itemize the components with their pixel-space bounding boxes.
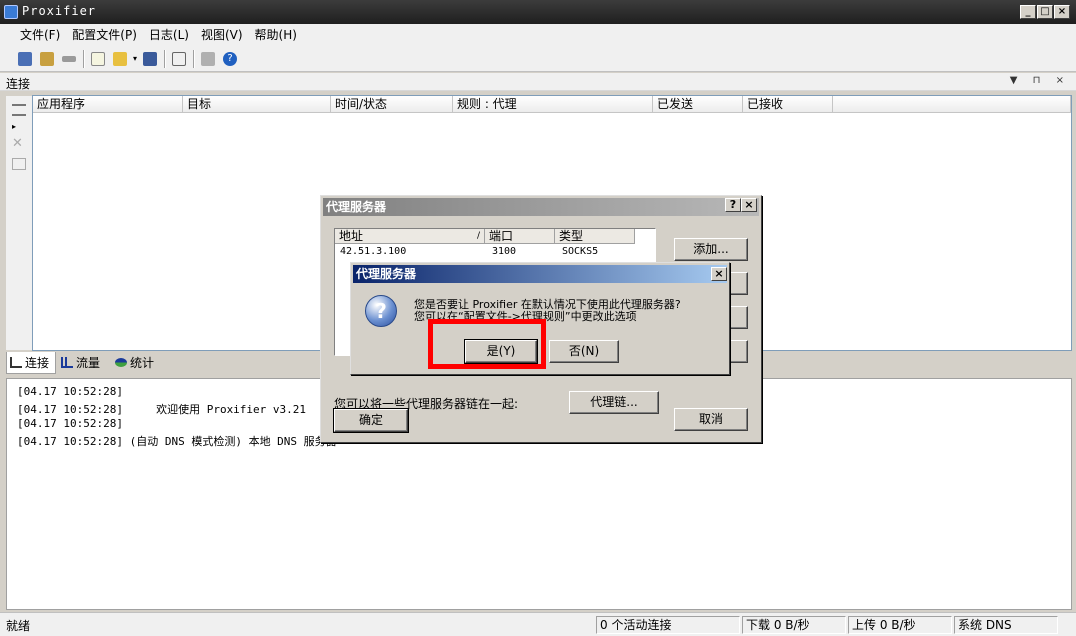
proxy-address-cell[interactable]: 42.51.3.100 — [335, 245, 406, 259]
status-ready: 就绪 — [6, 619, 31, 633]
help-icon[interactable]: ? — [219, 48, 241, 70]
new-profile-icon[interactable] — [87, 48, 109, 70]
menu-bar: 文件(F) 配置文件(P) 日志(L) 视图(V) 帮助(H) — [0, 24, 1076, 46]
print-icon[interactable] — [197, 48, 219, 70]
status-dns: 系统 DNS — [954, 616, 1058, 634]
close-connection-icon[interactable]: ✕ — [12, 137, 26, 150]
column-filler — [833, 96, 1071, 113]
help-title-button[interactable]: ? — [725, 198, 741, 212]
tab-stats[interactable]: 统计 — [112, 352, 168, 374]
confirm-close-button[interactable]: × — [711, 267, 727, 281]
window-title: Proxifier — [22, 4, 97, 18]
proxifier-app-icon — [4, 5, 18, 19]
status-active-connections: 0 个活动连接 — [596, 616, 740, 634]
ok-button[interactable]: 确定 — [333, 408, 409, 433]
column-rule-proxy[interactable]: 规则 : 代理 — [453, 96, 653, 113]
confirm-dialog-title: 代理服务器 — [353, 265, 727, 283]
stats-tab-icon — [115, 358, 127, 367]
menu-file[interactable]: 文件(F) — [14, 25, 66, 45]
pane-controls[interactable]: ▼ ⊓ × — [1010, 75, 1070, 86]
close-button[interactable]: × — [1054, 5, 1070, 19]
column-port[interactable]: 端口 — [485, 229, 555, 244]
no-button[interactable]: 否(N) — [549, 340, 619, 363]
connections-tab-icon — [10, 357, 22, 368]
connections-icon[interactable] — [14, 48, 36, 70]
proxy-dialog-title: 代理服务器 — [323, 198, 759, 216]
toolbar-separator — [83, 49, 84, 68]
proxy-port-cell[interactable]: 3100 — [487, 245, 516, 259]
add-proxy-button[interactable]: 添加... — [674, 238, 748, 261]
export-icon[interactable] — [168, 48, 190, 70]
status-upload: 上传 0 B/秒 — [848, 616, 952, 634]
connections-pane-header: 连接 ▼ ⊓ × — [0, 73, 1076, 91]
menu-log[interactable]: 日志(L) — [143, 25, 195, 45]
connections-pane-title: 连接 — [6, 77, 31, 91]
log-line: [04.17 10:52:28] — [17, 417, 123, 430]
expand-arrow-icon[interactable]: ▸ — [12, 122, 26, 134]
log-line: [04.17 10:52:28] — [17, 385, 123, 398]
proxy-chain-button[interactable]: 代理链... — [569, 391, 659, 414]
menu-help[interactable]: 帮助(H) — [249, 25, 303, 45]
column-sent[interactable]: 已发送 — [653, 96, 743, 113]
menu-view[interactable]: 视图(V) — [195, 25, 249, 45]
highlight-box — [428, 319, 546, 369]
status-bar: 就绪 0 个活动连接 下载 0 B/秒 上传 0 B/秒 系统 DNS — [0, 612, 1076, 636]
minimize-button[interactable]: _ — [1020, 5, 1036, 19]
menu-profile[interactable]: 配置文件(P) — [66, 25, 143, 45]
toolbar-separator — [193, 49, 194, 68]
column-address[interactable]: 地址 / — [335, 229, 485, 244]
column-target[interactable]: 目标 — [183, 96, 331, 113]
tab-traffic[interactable]: 流量 — [58, 352, 110, 374]
title-bar: Proxifier _ □ × — [0, 0, 1076, 24]
status-download: 下载 0 B/秒 — [742, 616, 846, 634]
dropdown-arrow-icon[interactable]: ▾ — [131, 48, 139, 70]
tab-connections-label: 连接 — [25, 356, 50, 370]
tab-connections[interactable]: 连接 — [6, 352, 56, 374]
sort-indicator-icon: / — [476, 231, 480, 241]
tab-stats-label: 统计 — [130, 356, 155, 370]
question-icon: ? — [365, 295, 397, 327]
dialog-close-button[interactable]: × — [741, 198, 757, 212]
column-received[interactable]: 已接收 — [743, 96, 833, 113]
column-type[interactable]: 类型 — [555, 229, 635, 244]
key-icon[interactable] — [58, 48, 80, 70]
traffic-tab-icon — [61, 357, 73, 368]
log-line: [04.17 10:52:28] (自动 DNS 模式检测) 本地 DNS 服务… — [17, 435, 337, 448]
profile-icon[interactable] — [36, 48, 58, 70]
column-application[interactable]: 应用程序 — [33, 96, 183, 113]
open-profile-icon[interactable] — [109, 48, 131, 70]
proxy-type-cell[interactable]: SOCKS5 — [557, 245, 598, 259]
column-address-label: 地址 — [339, 229, 364, 243]
list-view-icon[interactable] — [12, 104, 26, 116]
connections-side-toolbar: ▸ ✕ — [6, 96, 32, 350]
toolbar-separator — [164, 49, 165, 68]
window-icon[interactable] — [12, 158, 26, 170]
toolbar: ▾ ? — [0, 46, 1076, 72]
log-line: [04.17 10:52:28] 欢迎使用 Proxifier v3.21 — [17, 403, 307, 416]
window-controls: _ □ × — [1020, 5, 1070, 19]
column-time-status[interactable]: 时间/状态 — [331, 96, 453, 113]
tab-traffic-label: 流量 — [76, 356, 101, 370]
save-icon[interactable] — [139, 48, 161, 70]
maximize-button[interactable]: □ — [1037, 5, 1053, 19]
cancel-button[interactable]: 取消 — [674, 408, 748, 431]
